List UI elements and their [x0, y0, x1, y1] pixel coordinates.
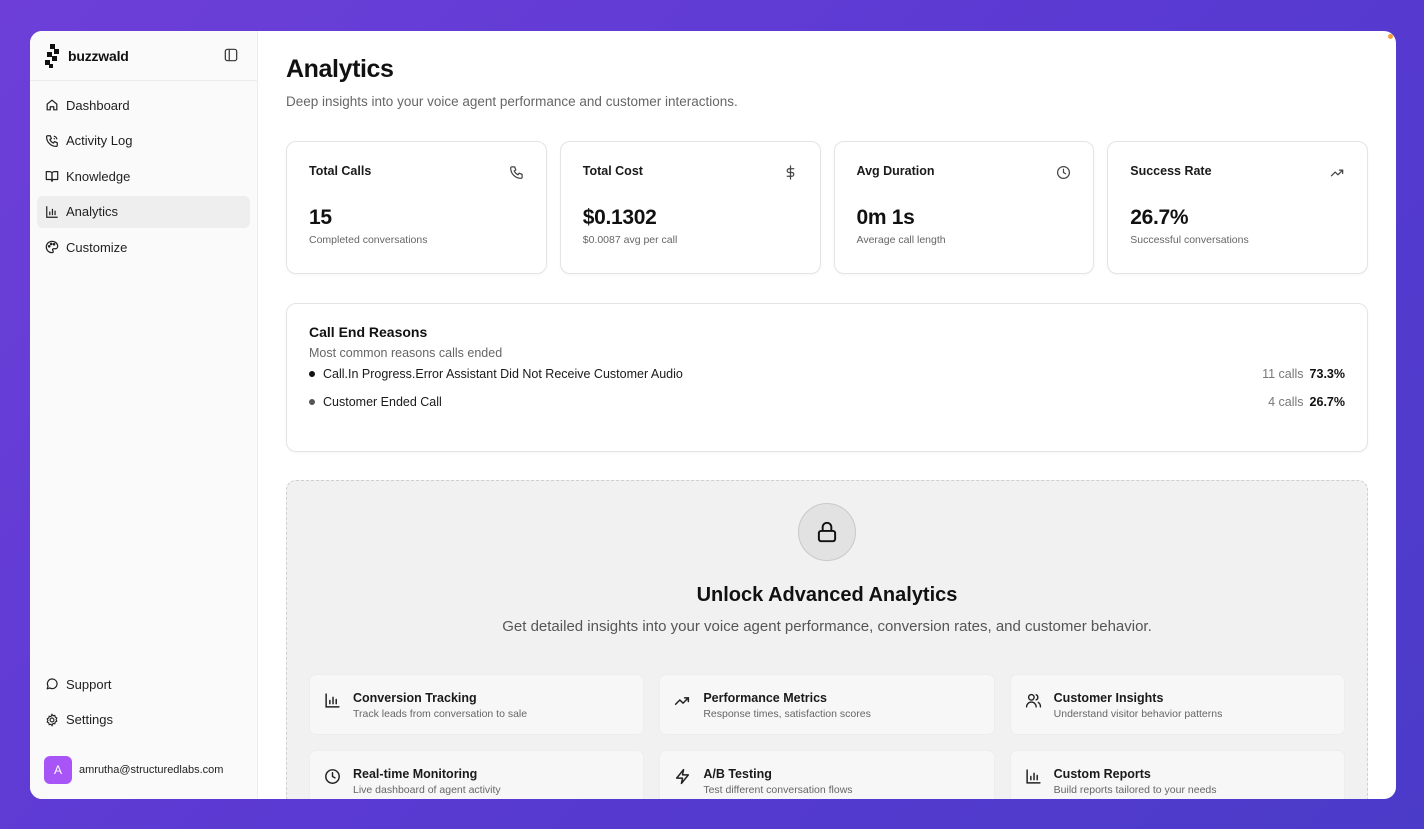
feature-grid: Conversion Tracking Track leads from conv…	[309, 674, 1345, 799]
page-title: Analytics	[286, 55, 394, 83]
sidebar: buzzwald Dashboard Activity Log Knowledg…	[30, 31, 258, 799]
stat-desc: Successful conversations	[1130, 234, 1249, 246]
call-end-reasons-card: Call End Reasons Most common reasons cal…	[286, 303, 1368, 452]
buzzwald-logo-icon	[45, 43, 59, 68]
sidebar-nav: Dashboard Activity Log Knowledge Analyti…	[30, 81, 257, 275]
palette-icon	[45, 240, 59, 254]
feature-custom-reports: Custom Reports Build reports tailored to …	[1009, 750, 1345, 799]
feature-desc: Understand visitor behavior patterns	[1053, 708, 1223, 720]
feature-customer-insights: Customer Insights Understand visitor beha…	[1009, 674, 1345, 735]
stat-value: $0.1302	[582, 206, 657, 229]
stat-card-avg-duration: Avg Duration 0m 1s Average call length	[833, 141, 1095, 274]
user-email: amrutha@structuredlabs.com	[79, 764, 224, 776]
feature-desc: Build reports tailored to your needs	[1053, 784, 1217, 796]
feature-desc: Live dashboard of agent activity	[353, 784, 501, 796]
sidebar-item-activity-log[interactable]: Activity Log	[37, 125, 250, 157]
sidebar-bottom-nav: Support Settings	[37, 668, 250, 739]
stat-value: 0m 1s	[856, 206, 915, 229]
sidebar-item-label: Activity Log	[66, 133, 133, 148]
users-icon	[1025, 693, 1041, 708]
home-icon	[46, 99, 58, 111]
feature-title: Customer Insights	[1053, 691, 1164, 705]
sidebar-item-customize[interactable]: Customize	[37, 231, 250, 263]
feature-desc: Track leads from conversation to sale	[353, 708, 528, 720]
feature-title: Performance Metrics	[703, 691, 827, 705]
reason-name: Customer Ended Call	[323, 395, 442, 409]
stat-value: 26.7%	[1130, 206, 1189, 229]
chat-bubble-icon	[46, 678, 58, 690]
feature-title: Real-time Monitoring	[353, 767, 478, 781]
feature-desc: Test different conversation flows	[703, 784, 853, 796]
upsell-subtitle: Get detailed insights into your voice ag…	[502, 618, 1152, 635]
reason-name: Call.In Progress.Error Assistant Did Not…	[323, 367, 683, 381]
page-subtitle: Deep insights into your voice agent perf…	[286, 94, 738, 109]
bar-chart-icon	[1026, 769, 1041, 784]
reason-count: 11 calls	[1262, 367, 1304, 381]
bullet-icon	[309, 399, 315, 405]
clock-icon	[1057, 165, 1071, 180]
stat-label: Avg Duration	[856, 164, 935, 178]
bullet-icon	[309, 371, 315, 377]
gear-icon	[46, 712, 58, 727]
list-item: Call.In Progress.Error Assistant Did Not…	[309, 360, 1345, 388]
feature-title: Custom Reports	[1053, 767, 1151, 781]
main-content: Analytics Deep insights into your voice …	[258, 31, 1396, 799]
feature-conversion-tracking: Conversion Tracking Track leads from conv…	[309, 674, 645, 735]
sidebar-item-label: Support	[66, 676, 112, 692]
lightning-icon	[676, 768, 690, 785]
sidebar-item-knowledge[interactable]: Knowledge	[37, 160, 250, 192]
sidebar-item-support[interactable]: Support	[37, 668, 250, 700]
sidebar-toggle-icon[interactable]	[224, 48, 238, 62]
feature-title: Conversion Tracking	[353, 691, 477, 705]
trending-up-icon	[1330, 169, 1344, 177]
stat-value: 15	[309, 206, 332, 229]
lock-icon	[817, 521, 837, 543]
sidebar-item-label: Settings	[66, 712, 113, 727]
user-profile[interactable]: A amrutha@structuredlabs.com	[44, 756, 223, 784]
trending-up-icon	[675, 697, 690, 705]
app-window: buzzwald Dashboard Activity Log Knowledg…	[30, 31, 1396, 799]
bar-chart-icon	[325, 693, 340, 708]
sidebar-item-label: Dashboard	[66, 97, 130, 113]
bar-chart-icon	[46, 205, 58, 218]
section-subtitle: Most common reasons calls ended	[309, 346, 503, 360]
stat-desc: $0.0087 avg per call	[582, 234, 678, 246]
advanced-analytics-upsell: Unlock Advanced Analytics Get detailed i…	[286, 480, 1368, 799]
sidebar-item-label: Knowledge	[66, 168, 131, 184]
feature-performance-metrics: Performance Metrics Response times, satis…	[659, 674, 995, 735]
stat-card-total-cost: Total Cost $0.1302 $0.0087 avg per call	[559, 141, 821, 274]
phone-icon	[509, 166, 523, 179]
stats-row: Total Calls 15 Completed conversations T…	[286, 141, 1368, 274]
book-icon	[45, 171, 59, 182]
avatar: A	[44, 756, 72, 784]
reason-percentage: 26.7%	[1309, 395, 1345, 409]
reason-count: 4 calls	[1268, 395, 1304, 409]
sidebar-item-label: Analytics	[66, 204, 119, 219]
section-title: Call End Reasons	[309, 324, 428, 340]
lock-badge	[798, 503, 856, 561]
stat-card-total-calls: Total Calls 15 Completed conversations	[286, 141, 547, 274]
reason-percentage: 73.3%	[1309, 367, 1345, 381]
list-item: Customer Ended Call 4 calls 26.7%	[309, 388, 1345, 416]
feature-real-time-monitoring: Real-time Monitoring Live dashboard of ag…	[309, 750, 645, 799]
stat-label: Total Calls	[309, 164, 372, 178]
stat-desc: Average call length	[856, 234, 946, 246]
upsell-title: Unlock Advanced Analytics	[696, 584, 958, 606]
dollar-icon	[786, 165, 794, 180]
clock-icon	[325, 769, 340, 784]
brand-name: buzzwald	[68, 47, 129, 64]
stat-label: Total Cost	[582, 164, 643, 178]
phone-icon	[45, 134, 58, 147]
brand[interactable]: buzzwald	[30, 31, 257, 81]
sidebar-item-dashboard[interactable]: Dashboard	[37, 89, 250, 121]
sidebar-item-analytics[interactable]: Analytics	[37, 195, 250, 228]
stat-label: Success Rate	[1130, 164, 1212, 178]
feature-desc: Response times, satisfaction scores	[703, 708, 871, 720]
feature-title: A/B Testing	[703, 767, 772, 781]
stat-card-success-rate: Success Rate 26.7% Successful conversati…	[1107, 141, 1368, 274]
sidebar-item-settings[interactable]: Settings	[37, 704, 250, 736]
feature-ab-testing: A/B Testing Test different conversation f…	[659, 750, 995, 799]
sidebar-item-label: Customize	[66, 239, 128, 255]
stat-desc: Completed conversations	[309, 234, 428, 246]
